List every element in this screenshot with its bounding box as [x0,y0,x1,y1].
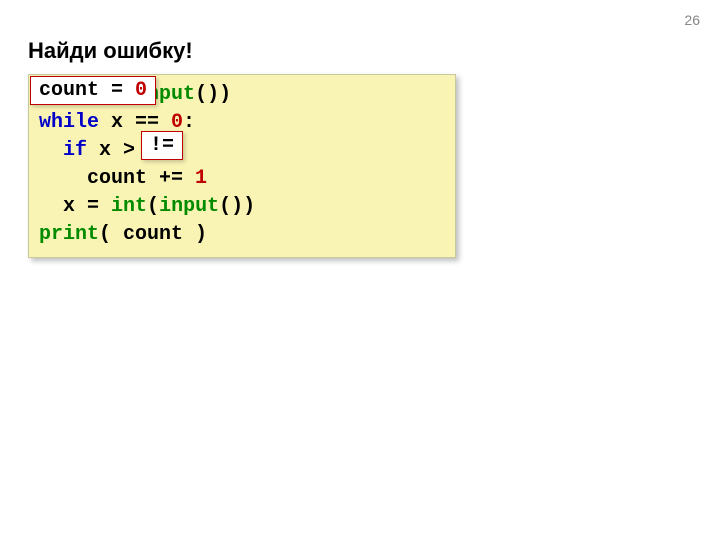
code-function: print [39,223,99,246]
code-text: : [183,111,195,134]
code-indent [39,167,87,190]
code-text: x = [63,195,111,218]
annotation-text: count = [39,79,135,102]
code-line-3: if x > 0: [39,137,445,165]
correction-annotation-1: count = 0 [30,76,156,105]
code-text: ()) [219,195,255,218]
code-line-6: print( count ) [39,221,445,249]
code-text: x > [87,139,147,162]
code-function: int [111,195,147,218]
annotation-number: 0 [135,79,147,102]
code-keyword: while [39,111,99,134]
code-number: 1 [195,167,207,190]
code-text: count += [87,167,195,190]
annotation-text: != [150,134,174,157]
code-line-2: while x == 0: [39,109,445,137]
code-text: ( count ) [99,223,207,246]
code-line-5: x = int(input()) [39,193,445,221]
page-number: 26 [684,12,700,28]
correction-annotation-2: != [141,131,183,160]
code-function: input [159,195,219,218]
code-text: ()) [195,83,231,106]
code-indent [39,139,63,162]
code-indent [39,195,63,218]
slide-title: Найди ошибку! [28,38,193,64]
code-line-4: count += 1 [39,165,445,193]
code-text: ( [147,195,159,218]
code-keyword: if [63,139,87,162]
